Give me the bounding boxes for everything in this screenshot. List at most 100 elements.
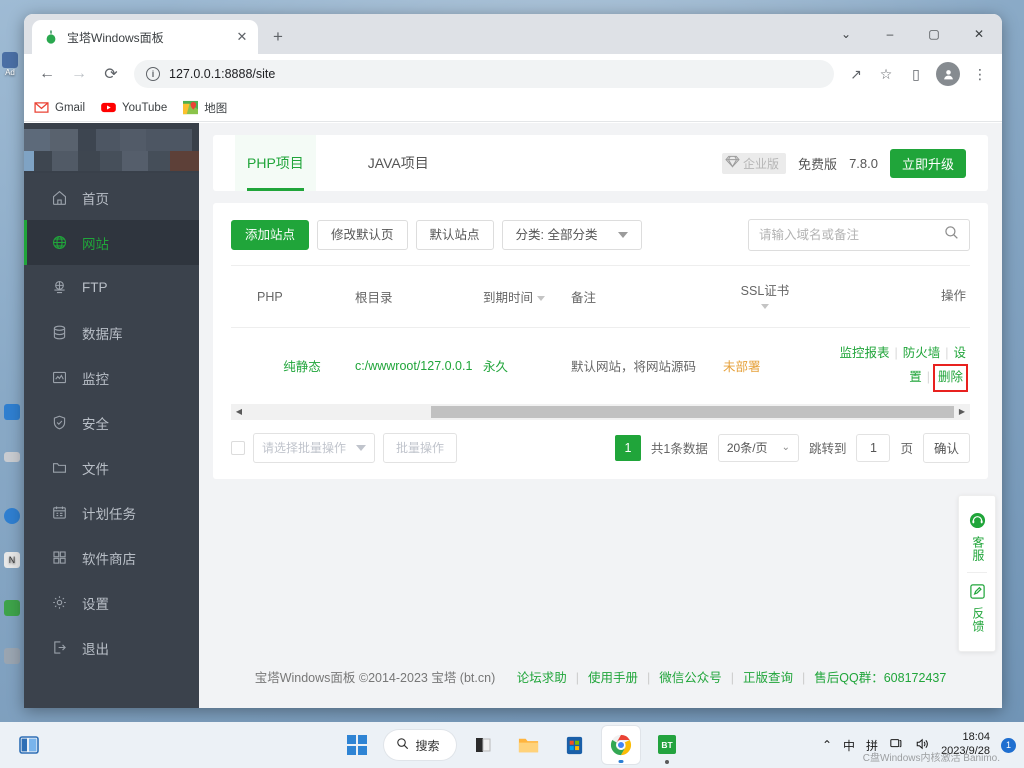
address-bar[interactable]: i 127.0.0.1:8888/site [134, 60, 834, 88]
taskbar-search[interactable]: 搜索 [384, 730, 456, 760]
notification-badge[interactable]: 1 [1001, 737, 1016, 753]
sidebar-item-appstore[interactable]: 软件商店 [24, 535, 199, 580]
sidebar-item-settings[interactable]: 设置 [24, 580, 199, 625]
cell-ssl[interactable]: 未部署 [719, 328, 811, 404]
reload-icon[interactable]: ⟳ [96, 59, 126, 89]
chrome-icon[interactable] [601, 726, 640, 764]
microsoft-store-icon[interactable] [556, 726, 594, 764]
volume-icon[interactable] [915, 737, 930, 754]
enterprise-label: 企业版 [743, 156, 780, 171]
op-monitor-report-link[interactable]: 监控报表 [839, 346, 889, 360]
footer-link-forum[interactable]: 论坛求助 [517, 671, 567, 685]
desktop-icon-small[interactable] [2, 452, 22, 463]
back-icon[interactable]: ← [32, 59, 62, 89]
page-number-current[interactable]: 1 [614, 434, 641, 461]
profile-avatar[interactable] [936, 62, 960, 86]
taskbar-clock[interactable]: 18:04 2023/9/28 [941, 731, 990, 759]
confirm-button[interactable]: 确认 [922, 432, 970, 463]
minimize-button[interactable]: – [868, 18, 912, 50]
scroll-right-arrow-icon[interactable]: ▶ [954, 407, 970, 416]
feedback-button[interactable]: 反馈 [959, 577, 995, 639]
search-icon[interactable] [944, 225, 959, 245]
sidebar-item-monitor[interactable]: 监控 [24, 355, 199, 400]
browser-menu-icon[interactable]: ⋮ [966, 60, 994, 88]
customer-service-button[interactable]: 客服 [959, 506, 995, 568]
row-checkbox-cell[interactable] [231, 328, 253, 404]
cell-root[interactable]: c:/wwwroot/127.0.0.1 [351, 328, 479, 404]
edition-label: 免费版 [798, 156, 838, 172]
jump-page-input[interactable]: 1 [856, 433, 891, 462]
sort-caret-icon[interactable] [537, 296, 546, 302]
bookmark-maps[interactable]: 地图 [183, 100, 227, 116]
sidebar-item-security[interactable]: 安全 [24, 400, 199, 445]
scrollbar-track[interactable] [247, 403, 954, 420]
ftp-icon [50, 279, 68, 297]
op-sep: | [926, 369, 930, 384]
batch-operation-button[interactable]: 批量操作 [383, 432, 458, 463]
desktop-icon-n[interactable]: N [2, 552, 22, 569]
task-view-icon[interactable] [464, 726, 502, 764]
bookmark-youtube[interactable]: YouTube [101, 100, 167, 115]
bookmark-star-icon[interactable]: ☆ [872, 60, 900, 88]
show-hidden-icons-chevron[interactable]: ⌃ [822, 738, 832, 752]
bookmark-gmail[interactable]: Gmail [34, 100, 85, 115]
batch-operation-select[interactable]: 请选择批量操作 [253, 432, 375, 463]
sidebar-item-database[interactable]: 数据库 [24, 310, 199, 355]
file-explorer-icon[interactable] [510, 726, 548, 764]
footer-qq-group[interactable]: 售后QQ群：608172437 [814, 671, 946, 685]
footer-link-license[interactable]: 正版查询 [743, 671, 793, 685]
scrollbar-thumb[interactable] [430, 405, 954, 418]
desktop-icon-blue-2[interactable] [2, 508, 22, 525]
desktop-icon-grey-2[interactable] [2, 648, 22, 665]
close-icon[interactable]: ✕ [234, 29, 250, 45]
side-panel-icon[interactable]: ▯ [902, 60, 930, 88]
site-info-icon[interactable]: i [146, 67, 160, 81]
op-firewall-link[interactable]: 防火墙 [903, 346, 941, 360]
clock-time: 18:04 [962, 731, 990, 744]
bt-panel-taskbar-icon[interactable]: BT [648, 726, 686, 764]
search-input[interactable] [759, 228, 944, 242]
op-delete-link[interactable]: 删除 [932, 363, 969, 392]
batch-operation-placeholder: 请选择批量操作 [262, 441, 347, 455]
default-site-button[interactable]: 默认站点 [415, 219, 494, 251]
table-horizontal-scrollbar[interactable]: ◀ ▶ [231, 403, 970, 420]
share-icon[interactable]: ↗ [842, 60, 870, 88]
table-header-expire[interactable]: 到期时间 [479, 266, 567, 328]
tab-java-project[interactable]: JAVA项目 [356, 135, 441, 191]
version-number: 7.8.0 [849, 155, 878, 171]
sort-caret-icon[interactable] [761, 304, 769, 310]
page-size-select[interactable]: 20条/页 ⌄ [717, 433, 799, 462]
sidebar-item-ftp[interactable]: FTP [24, 265, 199, 310]
select-all-checkbox[interactable] [231, 440, 245, 455]
scroll-left-arrow-icon[interactable]: ◀ [231, 407, 247, 416]
desktop-icon-ad[interactable]: Ad [0, 52, 20, 77]
footer-link-wechat[interactable]: 微信公众号 [659, 671, 722, 685]
ime-language-indicator[interactable]: 中 [843, 737, 855, 754]
widgets-icon[interactable] [10, 726, 48, 764]
ime-mode-indicator[interactable]: 拼 [866, 737, 878, 754]
table-header-ssl[interactable]: SSL证书 [719, 266, 811, 328]
tab-php-project[interactable]: PHP项目 [235, 135, 316, 191]
window-close-button[interactable]: ✕ [956, 18, 1002, 50]
forward-icon[interactable]: → [64, 59, 94, 89]
add-site-button[interactable]: 添加站点 [231, 219, 310, 251]
shield-icon [50, 414, 68, 432]
modify-default-page-button[interactable]: 修改默认页 [317, 219, 408, 251]
browser-tab-active[interactable]: 宝塔Windows面板 ✕ [32, 20, 258, 54]
chevron-down-icon[interactable]: ⌄ [824, 18, 868, 50]
maximize-button[interactable]: ▢ [912, 18, 956, 50]
sidebar-item-home[interactable]: 首页 [24, 175, 199, 220]
start-button[interactable] [338, 726, 376, 764]
upgrade-button[interactable]: 立即升级 [889, 148, 966, 178]
sidebar-item-website[interactable]: 网站 [24, 220, 199, 265]
desktop-icon-green[interactable] [2, 600, 22, 617]
category-filter-dropdown[interactable]: 分类: 全部分类 [501, 219, 642, 251]
new-tab-button[interactable]: + [264, 23, 292, 51]
network-icon[interactable] [889, 737, 904, 754]
desktop-icon-blue-1[interactable] [2, 404, 22, 421]
footer-link-manual[interactable]: 使用手册 [588, 671, 638, 685]
sidebar-item-files[interactable]: 文件 [24, 445, 199, 490]
sidebar-item-logout[interactable]: 退出 [24, 625, 199, 670]
sidebar-item-cron[interactable]: 计划任务 [24, 490, 199, 535]
search-box[interactable] [748, 219, 970, 251]
